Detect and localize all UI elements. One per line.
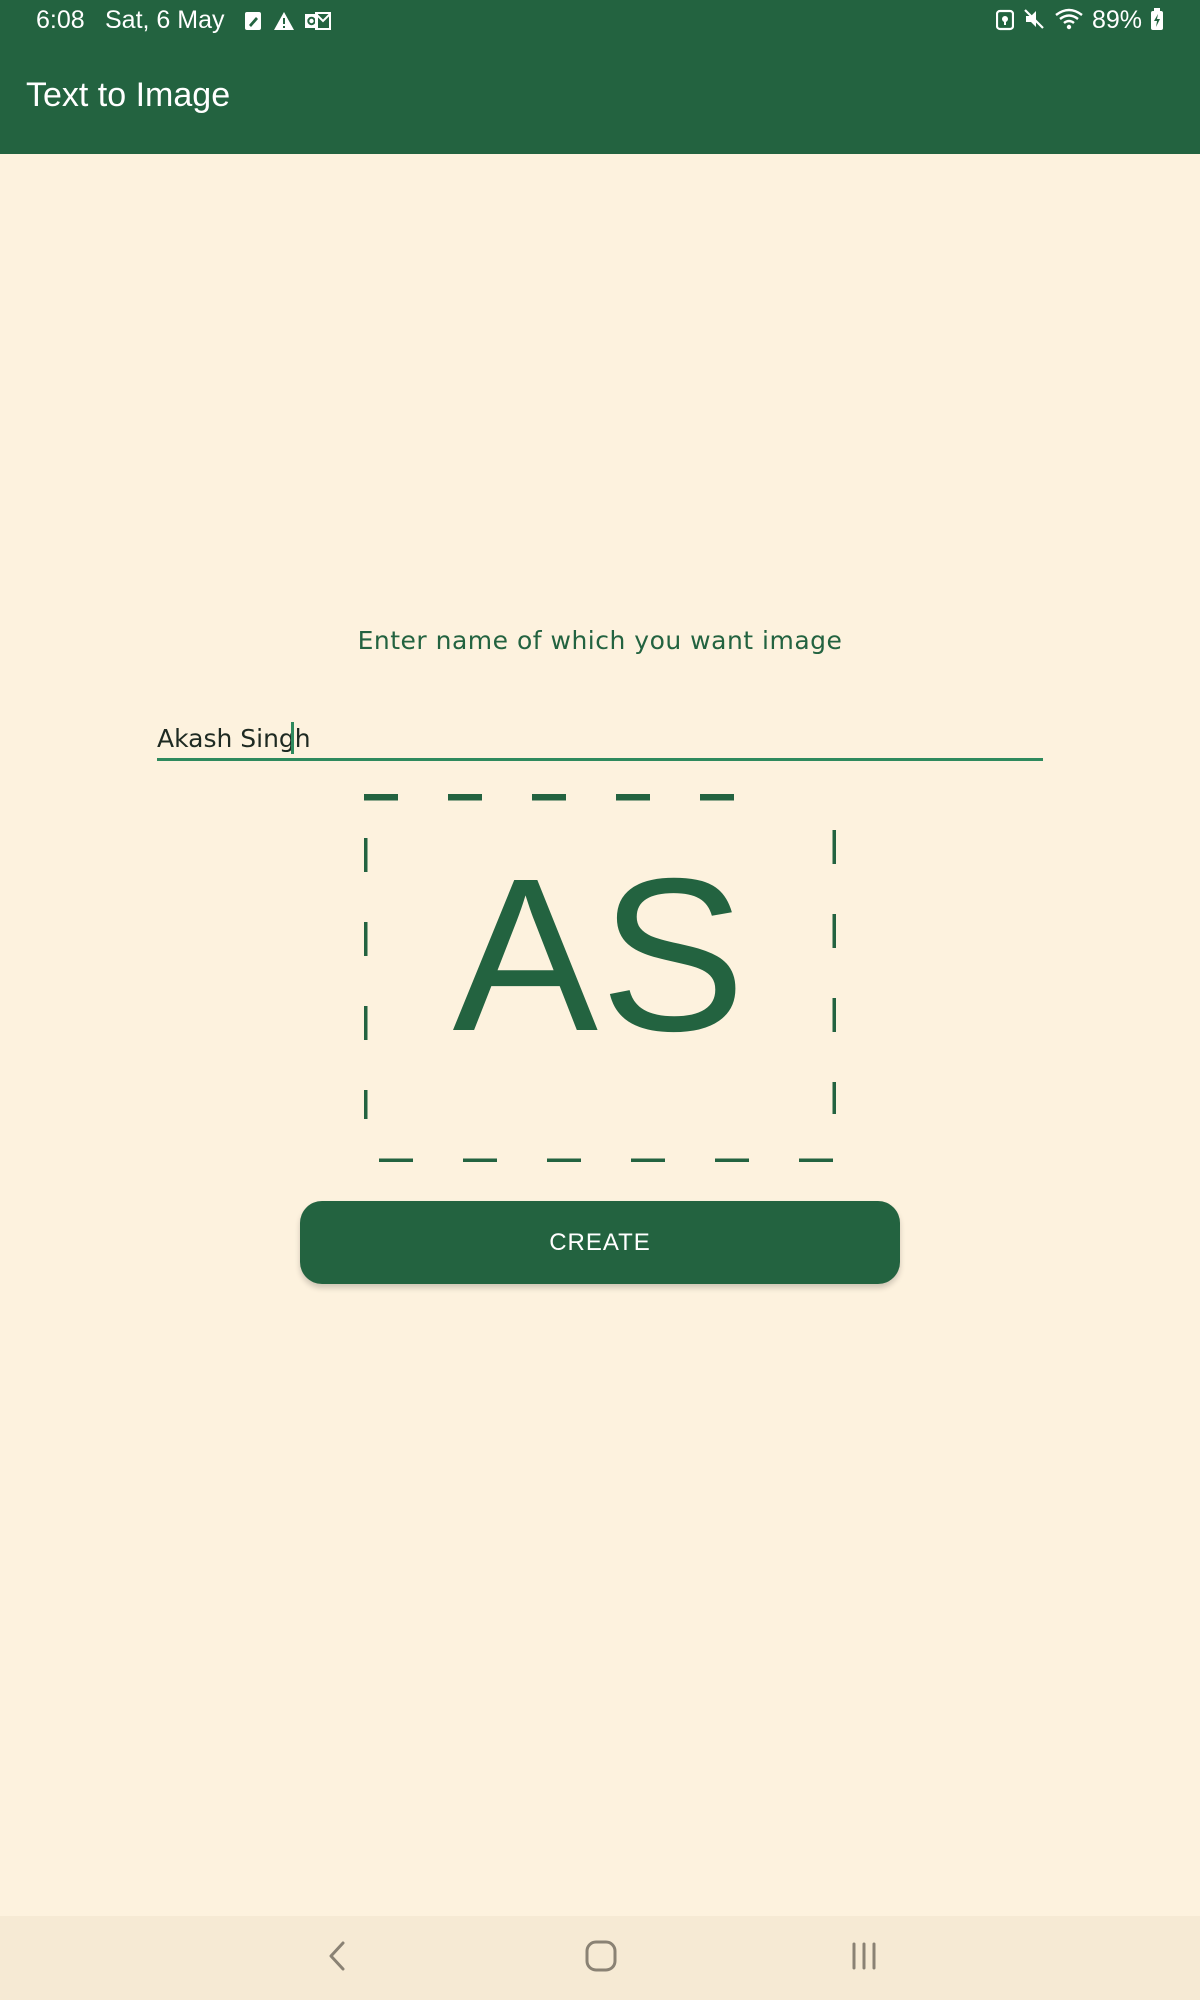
- name-input[interactable]: [157, 718, 1043, 761]
- outlook-mail-icon: [305, 11, 331, 35]
- name-prompt-label: Enter name of which you want image: [357, 626, 843, 655]
- status-date: Sat, 6 May: [105, 6, 225, 34]
- battery-charging-icon: [1150, 7, 1164, 35]
- generated-initials-image: AS: [452, 834, 748, 1077]
- page-title: Text to Image: [26, 76, 231, 114]
- vpn-key-icon: [995, 7, 1015, 35]
- status-time: 6:08: [36, 6, 85, 34]
- create-button-label: CREATE: [549, 1228, 651, 1256]
- recents-icon: [849, 1941, 879, 1975]
- edit-note-icon: [243, 10, 263, 36]
- warning-icon: [273, 11, 295, 35]
- home-icon: [584, 1939, 618, 1977]
- system-icons: 89%: [995, 6, 1164, 35]
- text-cursor: [291, 722, 294, 754]
- recents-button[interactable]: [836, 1934, 892, 1982]
- back-button[interactable]: [310, 1934, 366, 1982]
- create-button[interactable]: CREATE: [300, 1201, 900, 1284]
- app-bar: 6:08 Sat, 6 May 89% Text to Image: [0, 0, 1200, 154]
- notification-icons: [243, 10, 331, 36]
- home-button[interactable]: [573, 1934, 629, 1982]
- wifi-icon: [1054, 7, 1084, 35]
- mute-icon: [1022, 7, 1046, 35]
- back-icon: [326, 1940, 350, 1976]
- status-bar: 6:08 Sat, 6 May 89%: [0, 0, 1200, 44]
- battery-percent: 89%: [1091, 6, 1142, 34]
- system-navigation-bar: [0, 1916, 1200, 2000]
